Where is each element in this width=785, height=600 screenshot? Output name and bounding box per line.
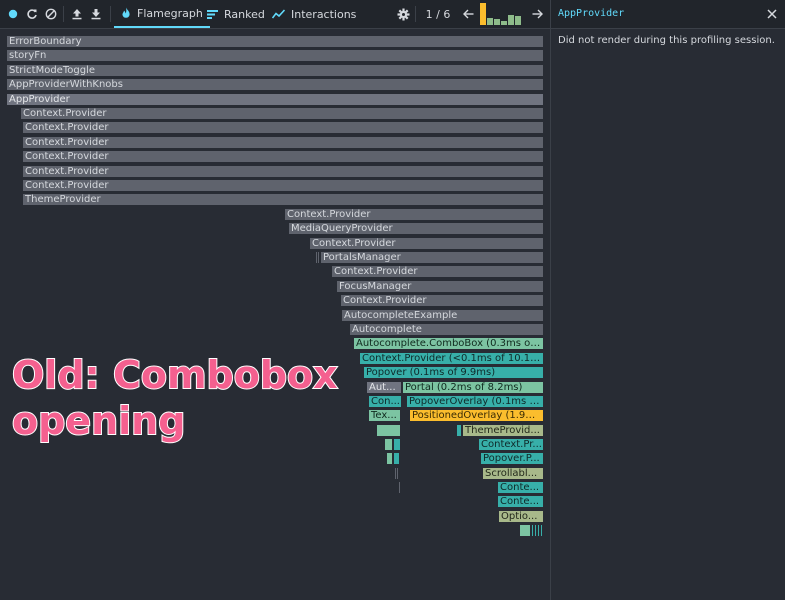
tab-flamegraph[interactable]: Flamegraph <box>114 0 210 28</box>
flame-node[interactable]: Popover (0.1ms of 9.9ms) <box>363 366 544 379</box>
flame-node[interactable]: Context.Provider <box>331 265 544 278</box>
settings-button[interactable] <box>395 0 411 28</box>
flame-node[interactable]: Context.Pr... <box>478 438 544 451</box>
flame-node[interactable] <box>519 524 531 537</box>
flame-node[interactable] <box>393 452 400 465</box>
flame-node[interactable]: FocusManager <box>336 280 544 293</box>
flame-node[interactable]: Context.Provider <box>22 121 544 134</box>
selected-component-name: AppProvider <box>558 8 625 19</box>
commit-bar[interactable] <box>515 16 521 25</box>
load-profile-button[interactable] <box>68 0 86 28</box>
flame-node[interactable]: Conte... <box>497 481 544 494</box>
flame-node[interactable]: Context.Provider <box>22 136 544 149</box>
tab-ranked-label: Ranked <box>224 7 265 21</box>
flame-node[interactable]: Context.Provider (<0.1ms of 10.1ms) <box>359 352 544 365</box>
reload-and-profile-button[interactable] <box>23 0 41 28</box>
ranked-icon <box>207 10 218 19</box>
commit-bar[interactable] <box>501 21 507 25</box>
flame-node[interactable]: Autocomplete <box>349 323 544 336</box>
overlay-caption-line2: opening <box>11 398 186 444</box>
overlay-caption-line1: Old: Combobox <box>11 352 339 398</box>
record-icon <box>8 9 18 19</box>
flame-node[interactable]: Scrollabl... <box>482 467 544 480</box>
flame-node-sliver[interactable] <box>531 524 544 537</box>
interactions-icon <box>272 9 285 19</box>
flame-node[interactable]: Context.Provider <box>284 208 544 221</box>
flame-node[interactable] <box>386 452 393 465</box>
flame-node[interactable]: Aut... <box>366 381 402 394</box>
flame-node[interactable]: ThemeProvid... <box>462 424 544 437</box>
reload-icon <box>27 9 37 19</box>
flame-node[interactable]: Autocomplete.ComboBox (0.3ms of 1... <box>353 337 544 350</box>
flame-node[interactable]: Popover.P... <box>480 452 544 465</box>
toolbar-separator <box>415 6 416 22</box>
record-button[interactable] <box>4 0 22 28</box>
close-icon <box>767 9 777 19</box>
toolbar-separator <box>110 6 111 22</box>
next-commit-button[interactable] <box>529 0 545 28</box>
toolbar-separator <box>63 6 64 22</box>
flame-node[interactable]: Portal (0.2ms of 8.2ms) <box>402 381 544 394</box>
flame-node[interactable]: Optio... <box>498 510 544 523</box>
flame-node[interactable] <box>376 424 401 437</box>
flame-node[interactable]: storyFn <box>6 49 544 62</box>
commit-counter: 1 / 6 <box>425 7 451 21</box>
profiler-toolbar: Flamegraph Ranked Interactions 1 / 6 <box>0 0 550 29</box>
flame-node[interactable]: AutocompleteExample <box>341 309 544 322</box>
flame-node[interactable]: ThemeProvider <box>22 193 544 206</box>
commit-bar[interactable] <box>494 19 500 25</box>
tab-ranked[interactable]: Ranked <box>207 0 265 28</box>
arrow-left-icon <box>462 9 473 19</box>
flame-node[interactable]: Context.Provider <box>309 237 544 250</box>
tab-interactions[interactable]: Interactions <box>272 0 356 28</box>
sidebar-header: AppProvider <box>551 0 785 29</box>
clear-button[interactable] <box>42 0 60 28</box>
upload-icon <box>72 9 82 20</box>
flame-node-sliver[interactable] <box>394 467 400 480</box>
flame-node[interactable]: Context.Provider <box>340 294 544 307</box>
flame-node[interactable]: ErrorBoundary <box>6 35 544 48</box>
flame-node[interactable]: PopoverOverlay (0.1ms of ... <box>406 395 544 408</box>
flame-node[interactable]: MediaQueryProvider <box>288 222 544 235</box>
close-sidebar-button[interactable] <box>765 6 779 20</box>
flame-node[interactable]: AppProviderWithKnobs <box>6 78 544 91</box>
flame-node[interactable]: Tex... <box>368 409 401 422</box>
commit-bar[interactable] <box>480 3 486 25</box>
flame-node[interactable]: PortalsManager <box>320 251 544 264</box>
flame-node[interactable]: Context.Provider <box>22 165 544 178</box>
flamegraph-chart: ErrorBoundary storyFn StrictModeToggle A… <box>0 29 550 600</box>
previous-commit-button[interactable] <box>460 0 476 28</box>
flame-node[interactable]: PositionedOverlay (1.9ms... <box>409 409 544 422</box>
flame-node-sliver[interactable] <box>398 481 402 494</box>
tab-interactions-label: Interactions <box>291 7 357 21</box>
flame-node[interactable] <box>393 438 401 451</box>
flame-node[interactable] <box>384 438 393 451</box>
arrow-right-icon <box>532 9 543 19</box>
flame-node[interactable]: Context.Provider <box>20 107 544 120</box>
download-icon <box>91 9 101 20</box>
panel-divider[interactable] <box>550 0 551 600</box>
flame-node[interactable]: Conte... <box>497 495 544 508</box>
commit-bar[interactable] <box>487 18 493 25</box>
gear-icon <box>397 8 409 20</box>
commit-bar[interactable] <box>508 15 514 25</box>
flame-node[interactable]: Context.Provider <box>22 179 544 192</box>
clear-icon <box>45 8 57 20</box>
flame-icon <box>122 7 130 18</box>
flame-node[interactable]: Con... <box>368 395 402 408</box>
save-profile-button[interactable] <box>87 0 105 28</box>
overlay-caption: Old: Combobox opening <box>11 352 339 444</box>
flame-node-selected[interactable]: AppProvider <box>6 93 544 106</box>
flame-node[interactable]: StrictModeToggle <box>6 64 544 77</box>
commit-bar-chart[interactable] <box>479 0 525 28</box>
flame-node[interactable]: Context.Provider <box>22 150 544 163</box>
sidebar-message: Did not render during this profiling ses… <box>558 35 775 46</box>
tab-flamegraph-label: Flamegraph <box>137 6 203 20</box>
